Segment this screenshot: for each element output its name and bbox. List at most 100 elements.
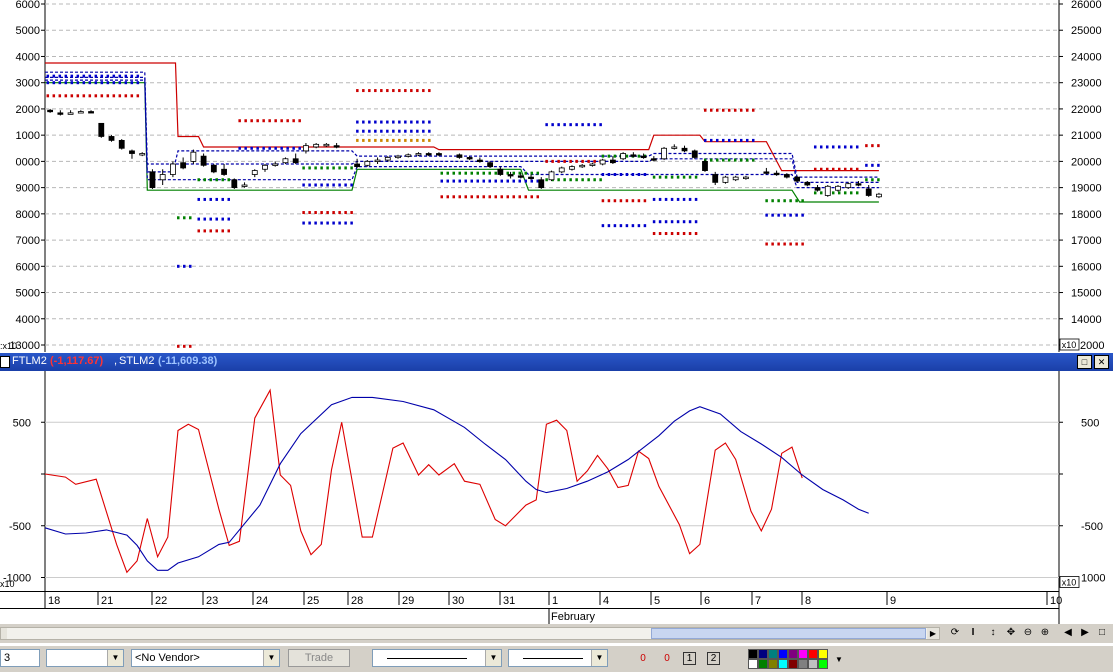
layout-2-icon[interactable]: 2 xyxy=(707,652,720,665)
price-dot-marker xyxy=(326,211,329,215)
scrollbar-track[interactable]: ▶ xyxy=(0,627,940,640)
price-candle-body xyxy=(548,171,555,181)
price-dot-marker xyxy=(386,129,389,133)
palette-swatch[interactable] xyxy=(748,649,758,659)
price-dot-marker xyxy=(709,138,713,142)
palette-chevron-down-icon[interactable]: ▼ xyxy=(832,653,846,667)
interval-select[interactable]: ▼ xyxy=(46,649,124,667)
price-dot-marker xyxy=(221,178,224,182)
chevron-down-icon[interactable]: ▼ xyxy=(591,650,607,666)
window-icon[interactable]: □ xyxy=(1095,626,1109,640)
price-candle-body xyxy=(722,176,729,183)
palette-swatch[interactable] xyxy=(768,649,778,659)
chevron-down-icon[interactable]: ▼ xyxy=(263,650,279,666)
price-dot-marker xyxy=(619,224,623,228)
line-width-select[interactable]: ▼ xyxy=(508,649,608,667)
price-candle-body xyxy=(88,111,94,114)
order-icon-2[interactable]: 0 xyxy=(660,652,674,666)
price-dot-marker xyxy=(244,119,247,123)
palette-swatch[interactable] xyxy=(748,659,758,669)
palette-swatch[interactable] xyxy=(818,649,828,659)
vendor-select[interactable]: <No Vendor> ▼ xyxy=(131,649,280,667)
palette-swatch[interactable] xyxy=(808,649,818,659)
palette-swatch[interactable] xyxy=(758,659,768,669)
indicator-chart[interactable]: 500-500-1000500-5001000x10x10 xyxy=(0,371,1113,591)
indicator-chart-pane[interactable]: 500 -500 -1000 500 -500 1000 x10 x10 xyxy=(0,371,1113,591)
zoom-in-icon[interactable]: ⊕ xyxy=(1038,626,1052,640)
price-dot-marker xyxy=(227,217,230,221)
palette-swatch[interactable] xyxy=(778,659,788,669)
pan-icon[interactable]: ✥ xyxy=(1004,626,1018,640)
scroll-right-button[interactable]: ▶ xyxy=(927,628,939,639)
line-style-sample-icon xyxy=(387,658,467,659)
price-chart-pane[interactable]: 13000 x10 2000 4000 14000 5000 15000 6000 16000 7… xyxy=(0,0,1113,352)
refresh-icon[interactable]: ⟳ xyxy=(948,626,962,640)
palette-swatch[interactable] xyxy=(788,659,798,669)
price-dot-marker xyxy=(871,163,874,167)
price-dot-marker xyxy=(130,81,134,85)
line-style-select[interactable]: ▼ xyxy=(372,649,502,667)
price-right-tick-label: 24000 xyxy=(1071,51,1102,63)
price-dot-marker xyxy=(464,195,468,199)
zoom-out-icon[interactable]: ⊖ xyxy=(1021,626,1035,640)
price-dot-marker xyxy=(118,74,122,78)
palette-swatch[interactable] xyxy=(788,649,798,659)
price-candle-body xyxy=(364,160,371,166)
price-dot-marker xyxy=(476,179,480,183)
price-dot-marker xyxy=(197,229,200,233)
price-right-tick-label: 17000 xyxy=(1071,235,1102,247)
trade-button[interactable]: Trade xyxy=(288,649,350,667)
price-dot-marker xyxy=(751,158,755,162)
close-button[interactable]: ✕ xyxy=(1094,355,1109,369)
price-dot-marker xyxy=(871,178,874,182)
price-dot-marker xyxy=(320,221,323,225)
chevron-down-icon[interactable]: ▼ xyxy=(107,650,123,666)
scroll-back-icon[interactable]: ◀ xyxy=(1061,626,1075,640)
scroll-forward-icon[interactable]: ▶ xyxy=(1078,626,1092,640)
pane-menu-icon[interactable] xyxy=(0,356,10,368)
price-candle-body xyxy=(691,150,698,158)
price-candle-body xyxy=(538,179,545,189)
price-candle-body xyxy=(231,179,238,189)
price-candle-body xyxy=(436,153,442,156)
price-dot-marker xyxy=(631,199,635,203)
price-candle-body xyxy=(139,153,146,156)
price-chart[interactable]: 13000 x10 20004000 140005000 150006000 160007… xyxy=(0,0,1113,352)
color-palette[interactable] xyxy=(748,649,834,669)
indicator-title-bar[interactable]: FTLM2 (-1,117.67) , STLM2 (-11,609.38) □… xyxy=(0,353,1113,371)
price-dot-marker xyxy=(849,191,853,195)
price-dot-marker xyxy=(392,129,395,133)
palette-swatch[interactable] xyxy=(808,659,818,669)
price-dot-marker xyxy=(843,167,847,171)
palette-swatch[interactable] xyxy=(798,659,808,669)
symbol-stub-field[interactable]: 3 xyxy=(0,649,40,667)
price-dot-marker xyxy=(855,191,859,195)
order-icon-1[interactable]: 0 xyxy=(636,652,650,666)
price-dot-marker xyxy=(350,221,353,225)
price-dot-marker xyxy=(855,167,859,171)
palette-swatch[interactable] xyxy=(768,659,778,669)
price-dot-marker xyxy=(494,179,498,183)
price-dot-marker xyxy=(268,146,271,150)
vertical-zoom-icon[interactable]: ↕ xyxy=(986,626,1000,640)
price-candle-body xyxy=(579,164,586,168)
price-dot-marker xyxy=(280,119,283,123)
price-candle-body xyxy=(599,159,606,165)
price-dot-marker xyxy=(314,166,317,170)
price-dot-marker xyxy=(765,199,768,203)
chevron-down-icon[interactable]: ▼ xyxy=(485,650,501,666)
maximize-button[interactable]: □ xyxy=(1077,355,1092,369)
time-axis[interactable]: 18 21 22 23 24 25 28 29 30 31 1 4 5 6 7 8 9 10 February xyxy=(0,591,1113,624)
palette-swatch[interactable] xyxy=(798,649,808,659)
palette-swatch[interactable] xyxy=(818,659,828,669)
palette-swatch[interactable] xyxy=(758,649,768,659)
scrollbar-thumb[interactable] xyxy=(651,628,926,639)
layout-1-icon[interactable]: 1 xyxy=(683,652,696,665)
price-dot-marker xyxy=(476,195,480,199)
palette-swatch[interactable] xyxy=(778,649,788,659)
price-dot-marker xyxy=(238,146,241,150)
cursor-text-icon[interactable]: I xyxy=(966,626,980,640)
price-dot-marker xyxy=(801,213,804,217)
scroll-left-button[interactable] xyxy=(1,628,7,639)
price-dot-marker xyxy=(410,89,413,93)
